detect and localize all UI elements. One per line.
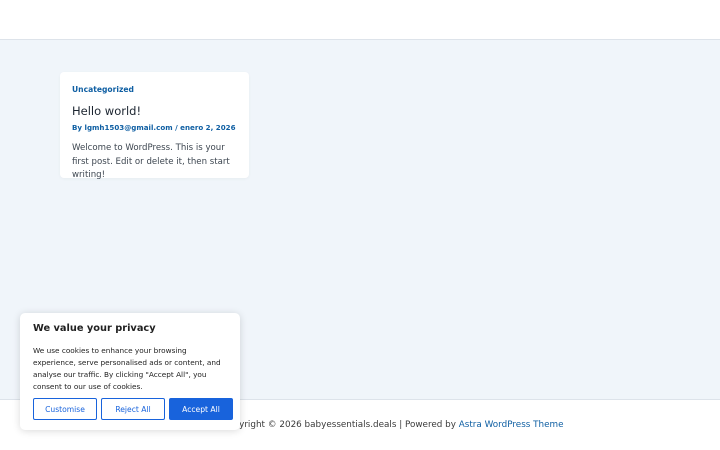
post-category-link[interactable]: Uncategorized bbox=[72, 85, 237, 95]
footer-theme-link[interactable]: Astra WordPress Theme bbox=[459, 420, 564, 430]
customise-button[interactable]: Customise bbox=[33, 398, 97, 420]
footer-copyright-text: Copyright © 2026 babyessentials.deals | … bbox=[222, 420, 456, 430]
post-card: Uncategorized Hello world! By lgmh1503@g… bbox=[60, 72, 249, 180]
post-excerpt: Welcome to WordPress. This is your first… bbox=[72, 143, 230, 180]
post-author-link[interactable]: lgmh1503@gmail.com bbox=[85, 123, 173, 132]
accept-all-button[interactable]: Accept All bbox=[169, 398, 233, 420]
cookie-banner-title: We value your privacy bbox=[33, 323, 156, 334]
post-meta-prefix: By bbox=[72, 123, 83, 132]
post-meta: By lgmh1503@gmail.com / enero 2, 2026 bbox=[72, 123, 237, 133]
cookie-consent-banner: We value your privacy We use cookies to … bbox=[20, 313, 240, 430]
cookie-banner-actions: Customise Reject All Accept All bbox=[33, 398, 233, 420]
site-header bbox=[0, 0, 720, 40]
post-date: enero 2, 2026 bbox=[180, 123, 236, 132]
footer-copyright: Copyright © 2026 babyessentials.deals | … bbox=[222, 419, 564, 431]
post-meta-separator: / bbox=[175, 123, 178, 132]
post-title-link[interactable]: Hello world! bbox=[72, 104, 237, 118]
reject-all-button[interactable]: Reject All bbox=[101, 398, 165, 420]
cookie-banner-description: We use cookies to enhance your browsing … bbox=[33, 346, 221, 391]
